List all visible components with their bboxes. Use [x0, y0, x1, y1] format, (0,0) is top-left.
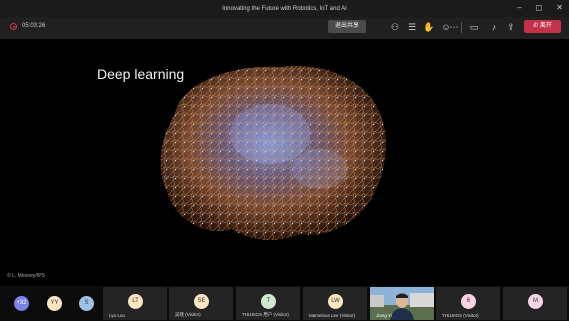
maximize-icon[interactable]: ◻: [536, 3, 543, 13]
recording-icon: [10, 23, 17, 30]
shared-content: Deep learning © L. Mooney/IPS: [0, 39, 569, 286]
participant-tile-lt[interactable]: LT Lyu Luo: [103, 287, 167, 320]
camera-icon[interactable]: ▭: [468, 21, 480, 33]
participant-avatar-lt: LT: [128, 294, 143, 309]
participant-avatar-lw: LW: [328, 294, 343, 309]
leave-button[interactable]: ✆ 离开: [524, 20, 561, 33]
participant-tile-m[interactable]: M: [503, 287, 567, 320]
participant-strip: +32 YY S LT Lyu Luo SE 吴晓 (Visitor) T TH…: [0, 286, 569, 321]
slide-title: Deep learning: [97, 66, 185, 82]
more-options-icon[interactable]: ⋯: [448, 21, 460, 33]
participant-tile-t[interactable]: T THUSIGS 用户 (Visitor): [236, 287, 300, 320]
participant-tile-lw[interactable]: LW Marvelous Lee (Visitor): [303, 287, 367, 320]
people-icon[interactable]: ⚇: [389, 21, 401, 33]
more-participants-badge[interactable]: +32: [14, 296, 29, 311]
participant-avatar-t: T: [261, 294, 276, 309]
participant-avatar-m: M: [528, 294, 543, 309]
share-screen-icon[interactable]: ⇪: [505, 21, 517, 33]
toolbar-divider: [461, 22, 462, 33]
brain-network-image: [160, 66, 387, 241]
participant-avatar-s[interactable]: S: [79, 296, 94, 311]
participant-name: Marvelous Lee (Visitor): [309, 313, 356, 318]
participant-name: THUSIGS 用户 (Visitor): [242, 312, 289, 317]
minimize-icon[interactable]: –: [517, 3, 521, 13]
participant-tile-6[interactable]: 6 THUSIGS (Visitor): [436, 287, 500, 320]
leave-label: 离开: [539, 23, 552, 29]
close-icon[interactable]: ✕: [556, 3, 563, 13]
participant-avatar-6: 6: [461, 294, 476, 309]
chat-icon[interactable]: ☰: [406, 21, 418, 33]
meeting-timer: 05:03:26: [22, 23, 46, 29]
microphone-icon[interactable]: ♪: [488, 21, 500, 33]
participant-avatar-yy[interactable]: YY: [47, 296, 62, 311]
participant-name: THUSIGS (Visitor): [442, 313, 479, 318]
participant-name: Lyu Luo: [109, 313, 125, 318]
image-credit: © L. Mooney/IPS: [7, 273, 45, 279]
raise-hand-icon[interactable]: ✋: [423, 21, 435, 33]
meeting-toolbar: 05:03:26 退出共享 ⚇ ☰ ✋ ☺ ⋯ ▭ ♪ ⇪ ✆ 离开: [0, 17, 569, 39]
participant-name: Jiang Yi: [376, 313, 392, 318]
window-title: Innovating the Future with Robotics, IoT…: [222, 5, 347, 12]
phone-icon: ✆: [533, 23, 539, 29]
stop-sharing-button[interactable]: 退出共享: [328, 20, 366, 33]
participant-tile-se[interactable]: SE 吴晓 (Visitor): [169, 287, 233, 320]
participant-name: 吴晓 (Visitor): [175, 312, 201, 317]
window-controls: – ◻ ✕: [517, 3, 563, 13]
window-titlebar: Innovating the Future with Robotics, IoT…: [0, 0, 569, 17]
participant-avatar-se: SE: [194, 294, 209, 309]
participant-video-tile[interactable]: Jiang Yi: [370, 287, 434, 320]
